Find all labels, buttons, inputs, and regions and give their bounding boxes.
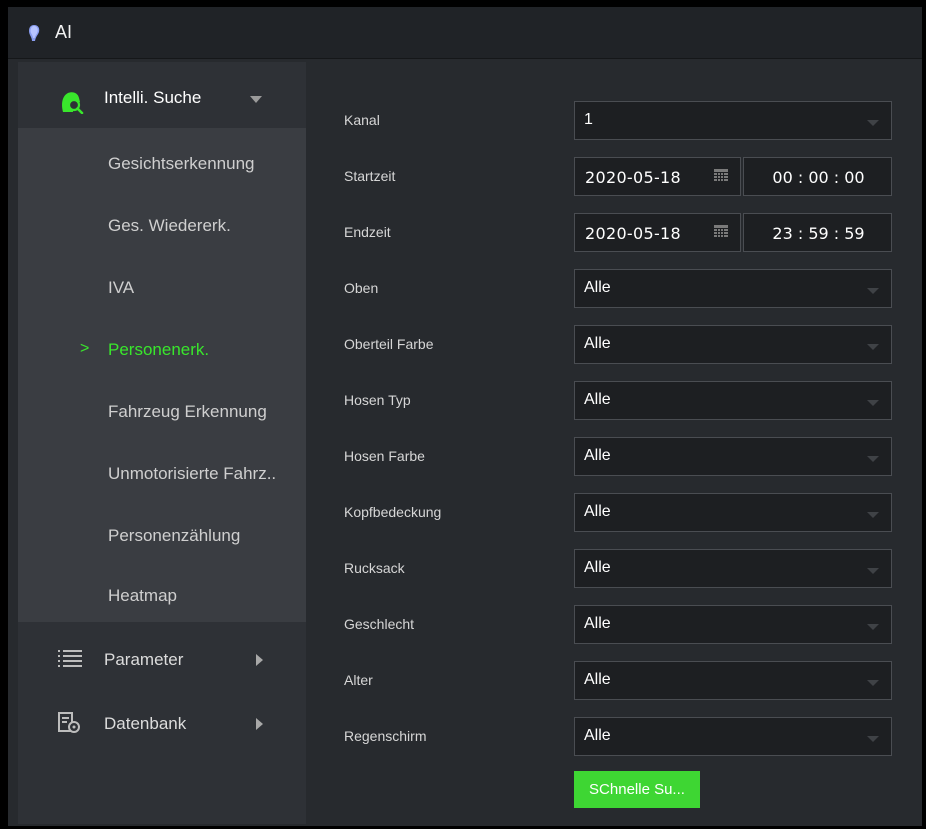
sidebar-item-label: Unmotorisierte Fahrz.. <box>108 464 277 483</box>
date-value: 2020-05-18 <box>585 168 681 187</box>
end-date-field[interactable]: 2020-05-18 <box>574 213 741 252</box>
sidebar-item-label: Heatmap <box>108 586 177 605</box>
startzeit-label: Startzeit <box>344 168 396 184</box>
select-value: Alle <box>584 335 611 352</box>
sidebar-item-personenzaehlung[interactable]: Personenzählung <box>18 516 306 556</box>
sidebar-group-parameter[interactable]: Parameter <box>18 632 306 686</box>
dropdown-arrow-icon <box>867 568 879 574</box>
sidebar-item-label: Gesichtserkennung <box>108 154 255 173</box>
sidebar-item-intelli-suche[interactable]: Intelli. Suche <box>18 62 306 128</box>
chevron-right-icon: > <box>80 340 90 357</box>
caret-right-icon <box>256 718 263 730</box>
rucksack-select[interactable]: Alle <box>574 549 892 588</box>
time-value: 23 : 59 : 59 <box>772 224 865 243</box>
select-value: Alle <box>584 671 611 688</box>
oberteil-farbe-label: Oberteil Farbe <box>344 336 434 352</box>
caret-down-icon[interactable] <box>250 96 262 103</box>
dropdown-arrow-icon <box>867 680 879 686</box>
kanal-select[interactable]: 1 <box>574 101 892 140</box>
time-value: 00 : 00 : 00 <box>772 168 865 187</box>
sidebar-item-gesichtserkennung[interactable]: Gesichtserkennung <box>18 144 306 184</box>
geschlecht-label: Geschlecht <box>344 616 415 632</box>
sidebar-item-label: Personenzählung <box>108 526 241 545</box>
select-value: Alle <box>584 447 611 464</box>
sidebar-group-label: Parameter <box>104 650 184 669</box>
hosen-farbe-label: Hosen Farbe <box>344 448 425 464</box>
sidebar-group-label: Datenbank <box>104 714 187 733</box>
sidebar-item-ges-wiedererk[interactable]: Ges. Wiedererk. <box>18 206 306 246</box>
sidebar-item-label: IVA <box>108 278 135 297</box>
window-title: AI <box>55 22 73 42</box>
sidebar-item-label: Intelli. Suche <box>104 88 202 107</box>
date-value: 2020-05-18 <box>585 224 681 243</box>
endzeit-label: Endzeit <box>344 224 391 240</box>
hosen-typ-label: Hosen Typ <box>344 392 411 408</box>
dropdown-arrow-icon <box>867 512 879 518</box>
dropdown-arrow-icon <box>867 456 879 462</box>
caret-right-icon <box>256 654 263 666</box>
alter-select[interactable]: Alle <box>574 661 892 700</box>
select-value: Alle <box>584 391 611 408</box>
face-search-icon <box>62 92 84 114</box>
end-time-field[interactable]: 23 : 59 : 59 <box>743 213 892 252</box>
sidebar-item-personenerk[interactable]: > Personenerk. <box>18 330 306 370</box>
sidebar-item-fahrzeug-erkennung[interactable]: Fahrzeug Erkennung <box>18 392 306 432</box>
sidebar-item-label: Ges. Wiedererk. <box>108 216 231 235</box>
calendar-icon[interactable] <box>714 225 728 239</box>
select-value: Alle <box>584 279 611 296</box>
sidebar-item-label: Personenerk. <box>108 340 210 359</box>
rucksack-label: Rucksack <box>344 560 405 576</box>
bulb-icon <box>29 25 40 41</box>
oberteil-farbe-select[interactable]: Alle <box>574 325 892 364</box>
kopfbedeckung-select[interactable]: Alle <box>574 493 892 532</box>
sidebar-item-iva[interactable]: IVA <box>18 268 306 308</box>
database-settings-icon <box>58 712 80 733</box>
regenschirm-label: Regenschirm <box>344 728 427 744</box>
hosen-typ-select[interactable]: Alle <box>574 381 892 420</box>
select-value: Alle <box>584 727 611 744</box>
calendar-icon[interactable] <box>714 169 728 183</box>
geschlecht-select[interactable]: Alle <box>574 605 892 644</box>
kanal-label: Kanal <box>344 112 380 128</box>
start-time-field[interactable]: 00 : 00 : 00 <box>743 157 892 196</box>
alter-label: Alter <box>344 672 373 688</box>
list-icon <box>58 650 82 667</box>
dropdown-arrow-icon <box>867 120 879 126</box>
kopfbedeckung-label: Kopfbedeckung <box>344 504 442 520</box>
app-window: AI Intelli. Suche Gesichtserkennung Ges.… <box>8 7 922 826</box>
hosen-farbe-select[interactable]: Alle <box>574 437 892 476</box>
sidebar-item-label: Fahrzeug Erkennung <box>108 402 267 421</box>
dropdown-arrow-icon <box>867 624 879 630</box>
regenschirm-select[interactable]: Alle <box>574 717 892 756</box>
search-form: Kanal 1 Startzeit 2020-05-18 00 : 00 : 0… <box>306 62 922 824</box>
select-value: Alle <box>584 559 611 576</box>
sidebar-group-datenbank[interactable]: Datenbank <box>18 696 306 750</box>
sidebar-item-heatmap[interactable]: Heatmap <box>18 576 306 616</box>
dropdown-arrow-icon <box>867 736 879 742</box>
quick-search-button[interactable]: SChnelle Su... <box>574 771 700 808</box>
oben-label: Oben <box>344 280 379 296</box>
select-value: Alle <box>584 503 611 520</box>
sidebar-item-unmotorisierte-fahrzeuge[interactable]: Unmotorisierte Fahrz.. <box>18 454 306 494</box>
title-bar: AI <box>8 7 922 59</box>
dropdown-arrow-icon <box>867 400 879 406</box>
oben-select[interactable]: Alle <box>574 269 892 308</box>
dropdown-arrow-icon <box>867 288 879 294</box>
start-date-field[interactable]: 2020-05-18 <box>574 157 741 196</box>
dropdown-arrow-icon <box>867 344 879 350</box>
select-value: 1 <box>584 111 593 128</box>
select-value: Alle <box>584 615 611 632</box>
sidebar: Intelli. Suche Gesichtserkennung Ges. Wi… <box>18 62 306 824</box>
